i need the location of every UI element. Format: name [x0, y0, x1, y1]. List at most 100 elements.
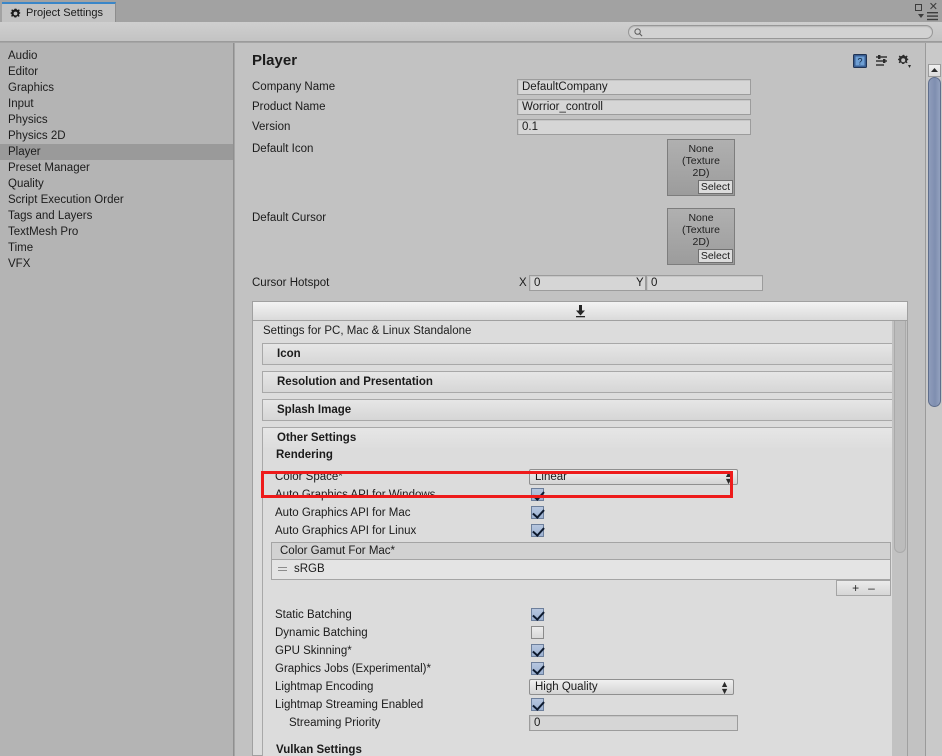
sidebar-item-physics-2d[interactable]: Physics 2D — [0, 128, 233, 144]
sidebar-item-audio[interactable]: Audio — [0, 48, 233, 64]
auto-graphics-api-windows-checkbox[interactable] — [531, 488, 544, 501]
default-icon-object-field[interactable]: None (Texture 2D) Select — [667, 139, 735, 196]
default-icon-label: Default Icon — [252, 143, 314, 155]
settings-category-list: Audio Editor Graphics Input Physics Phys… — [0, 43, 234, 756]
main-scrollbar-thumb[interactable] — [928, 77, 941, 407]
auto-graphics-api-linux-checkbox[interactable] — [531, 524, 544, 537]
platform-box-scrollbar-thumb[interactable] — [894, 303, 906, 553]
static-batching-label: Static Batching — [275, 609, 352, 621]
tab-project-settings[interactable]: Project Settings — [2, 2, 117, 22]
help-icon[interactable]: ? — [853, 54, 867, 68]
cursor-hotspot-x-input[interactable]: 0 — [529, 275, 646, 291]
remove-item-button[interactable]: – — [868, 581, 875, 595]
platform-tab-strip[interactable] — [252, 301, 908, 321]
hamburger-menu-icon — [927, 12, 938, 21]
chevron-down-icon — [918, 14, 924, 18]
default-cursor-value-line2: (Texture — [682, 224, 720, 236]
main-scrollbar[interactable] — [925, 43, 942, 756]
cursor-hotspot-x-label: X — [519, 277, 527, 289]
gpu-skinning-row: GPU Skinning* — [275, 643, 875, 659]
color-space-dropdown[interactable]: Linear ▲ ▼ — [529, 469, 738, 486]
cursor-hotspot-label: Cursor Hotspot — [252, 277, 330, 289]
chevron-updown-icon: ▲ ▼ — [724, 469, 733, 486]
add-item-button[interactable]: + — [852, 581, 859, 595]
lightmap-streaming-checkbox[interactable] — [531, 698, 544, 711]
static-batching-row: Static Batching — [275, 607, 875, 623]
platform-box-scrollbar[interactable] — [892, 301, 907, 756]
search-bar — [0, 22, 942, 42]
sidebar-item-tags-and-layers[interactable]: Tags and Layers — [0, 208, 233, 224]
sidebar-item-label: Editor — [8, 66, 39, 78]
default-cursor-select-button[interactable]: Select — [697, 249, 733, 263]
sidebar-item-textmesh-pro[interactable]: TextMesh Pro — [0, 224, 233, 240]
foldout-label: Other Settings — [277, 432, 357, 444]
lightmap-encoding-label: Lightmap Encoding — [275, 681, 374, 693]
default-icon-select-button[interactable]: Select — [697, 180, 733, 194]
sidebar-item-label: Audio — [8, 50, 38, 62]
download-arrow-icon[interactable] — [575, 304, 586, 318]
default-icon-value-line2: (Texture — [682, 155, 720, 167]
sidebar-item-preset-manager[interactable]: Preset Manager — [0, 160, 233, 176]
foldout-label: Resolution and Presentation — [277, 376, 433, 388]
lightmap-streaming-label: Lightmap Streaming Enabled — [275, 699, 424, 711]
preset-icon[interactable] — [875, 54, 889, 68]
settings-gear-icon[interactable] — [897, 54, 911, 68]
company-name-input[interactable]: DefaultCompany — [517, 79, 751, 95]
search-input[interactable] — [628, 25, 933, 39]
cursor-hotspot-row: Cursor Hotspot X 0 Y 0 — [252, 275, 908, 291]
sidebar-item-label: Script Execution Order — [8, 194, 124, 206]
auto-graphics-api-mac-checkbox[interactable] — [531, 506, 544, 519]
product-name-input[interactable]: Worrior_controll — [517, 99, 751, 115]
color-gamut-list-item[interactable]: sRGB — [294, 561, 325, 577]
scroll-up-button[interactable] — [928, 64, 941, 77]
version-input[interactable]: 0.1 — [517, 119, 751, 135]
restore-icon[interactable] — [914, 4, 922, 11]
sidebar-item-script-execution-order[interactable]: Script Execution Order — [0, 192, 233, 208]
sidebar-item-editor[interactable]: Editor — [0, 64, 233, 80]
chevron-updown-icon: ▲ ▼ — [720, 679, 729, 696]
dynamic-batching-checkbox[interactable] — [531, 626, 544, 639]
tab-label: Project Settings — [26, 7, 104, 19]
color-space-value: Linear — [535, 471, 567, 483]
sidebar-item-time[interactable]: Time — [0, 240, 233, 256]
foldout-resolution-and-presentation[interactable]: Resolution and Presentation — [262, 371, 900, 393]
unity-project-settings-window: Project Settings ✕ Audio Editor Graphics… — [0, 0, 942, 756]
panel-header-icons: ? — [853, 54, 911, 68]
color-gamut-list-buttons: + – — [836, 580, 891, 596]
cursor-hotspot-y-input[interactable]: 0 — [646, 275, 763, 291]
streaming-priority-input[interactable]: 0 — [529, 715, 738, 731]
foldout-icon[interactable]: Icon — [262, 343, 900, 365]
foldout-label: Splash Image — [277, 404, 352, 416]
version-label: Version — [252, 121, 291, 133]
color-space-label: Color Space* — [275, 471, 343, 483]
color-space-row: Color Space* Linear ▲ ▼ — [275, 469, 875, 486]
default-cursor-value-line1: None — [688, 212, 714, 224]
static-batching-checkbox[interactable] — [531, 608, 544, 621]
foldout-splash-image[interactable]: Splash Image — [262, 399, 900, 421]
title-bar: Project Settings ✕ — [0, 0, 942, 22]
sidebar-item-label: Tags and Layers — [8, 210, 93, 222]
sidebar-item-quality[interactable]: Quality — [0, 176, 233, 192]
default-cursor-object-field[interactable]: None (Texture 2D) Select — [667, 208, 735, 265]
company-name-label: Company Name — [252, 81, 336, 93]
sidebar-item-vfx[interactable]: VFX — [0, 256, 233, 272]
lightmap-encoding-dropdown[interactable]: High Quality ▲ ▼ — [529, 679, 734, 696]
graphics-jobs-label: Graphics Jobs (Experimental)* — [275, 663, 431, 675]
color-gamut-header-label: Color Gamut For Mac* — [280, 545, 396, 557]
sidebar-item-input[interactable]: Input — [0, 96, 233, 112]
window-menu-button[interactable] — [918, 12, 938, 21]
graphics-jobs-checkbox[interactable] — [531, 662, 544, 675]
company-name-row: Company Name DefaultCompany — [252, 79, 908, 95]
gpu-skinning-checkbox[interactable] — [531, 644, 544, 657]
auto-graphics-api-linux-row: Auto Graphics API for Linux — [275, 523, 875, 539]
sidebar-item-label: Physics 2D — [8, 130, 66, 142]
sidebar-item-physics[interactable]: Physics — [0, 112, 233, 128]
auto-graphics-api-mac-label: Auto Graphics API for Mac — [275, 507, 411, 519]
cursor-hotspot-y-label: Y — [636, 277, 644, 289]
sidebar-item-graphics[interactable]: Graphics — [0, 80, 233, 96]
drag-handle-icon[interactable] — [278, 567, 287, 574]
version-row: Version 0.1 — [252, 119, 908, 135]
sidebar-item-player[interactable]: Player — [0, 144, 233, 160]
default-cursor-value-line3: 2D) — [692, 236, 710, 248]
dynamic-batching-label: Dynamic Batching — [275, 627, 368, 639]
